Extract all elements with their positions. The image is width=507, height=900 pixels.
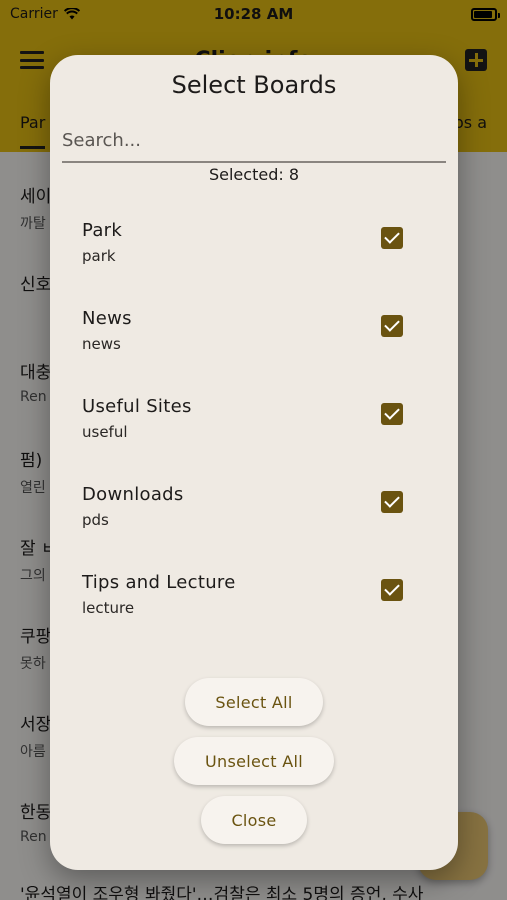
board-id: park <box>82 247 116 265</box>
board-checkbox[interactable] <box>381 315 403 337</box>
board-item-downloads[interactable]: Downloads pds <box>82 484 422 544</box>
select-boards-dialog: Select Boards Selected: 8 Park park News… <box>50 55 458 870</box>
board-item-park[interactable]: Park park <box>82 220 422 280</box>
board-id: pds <box>82 511 109 529</box>
board-item-news[interactable]: News news <box>82 308 422 368</box>
search-input[interactable] <box>62 119 446 163</box>
board-name: Downloads <box>82 484 184 505</box>
board-checkbox[interactable] <box>381 227 403 249</box>
board-id: useful <box>82 423 128 441</box>
board-checkbox[interactable] <box>381 403 403 425</box>
board-name: Useful Sites <box>82 396 192 417</box>
board-item-lecture[interactable]: Tips and Lecture lecture <box>82 572 422 632</box>
board-name: Park <box>82 220 123 241</box>
dialog-title: Select Boards <box>171 71 337 99</box>
unselect-all-button[interactable]: Unselect All <box>174 737 334 785</box>
board-checkbox[interactable] <box>381 579 403 601</box>
board-name: Tips and Lecture <box>82 572 236 593</box>
board-id: lecture <box>82 599 135 617</box>
board-name: News <box>82 308 132 329</box>
board-id: news <box>82 335 121 353</box>
board-item-useful[interactable]: Useful Sites useful <box>82 396 422 456</box>
select-all-button[interactable]: Select All <box>185 678 323 726</box>
close-button[interactable]: Close <box>201 796 307 844</box>
selected-count: Selected: 8 <box>208 165 299 184</box>
board-checkbox[interactable] <box>381 491 403 513</box>
